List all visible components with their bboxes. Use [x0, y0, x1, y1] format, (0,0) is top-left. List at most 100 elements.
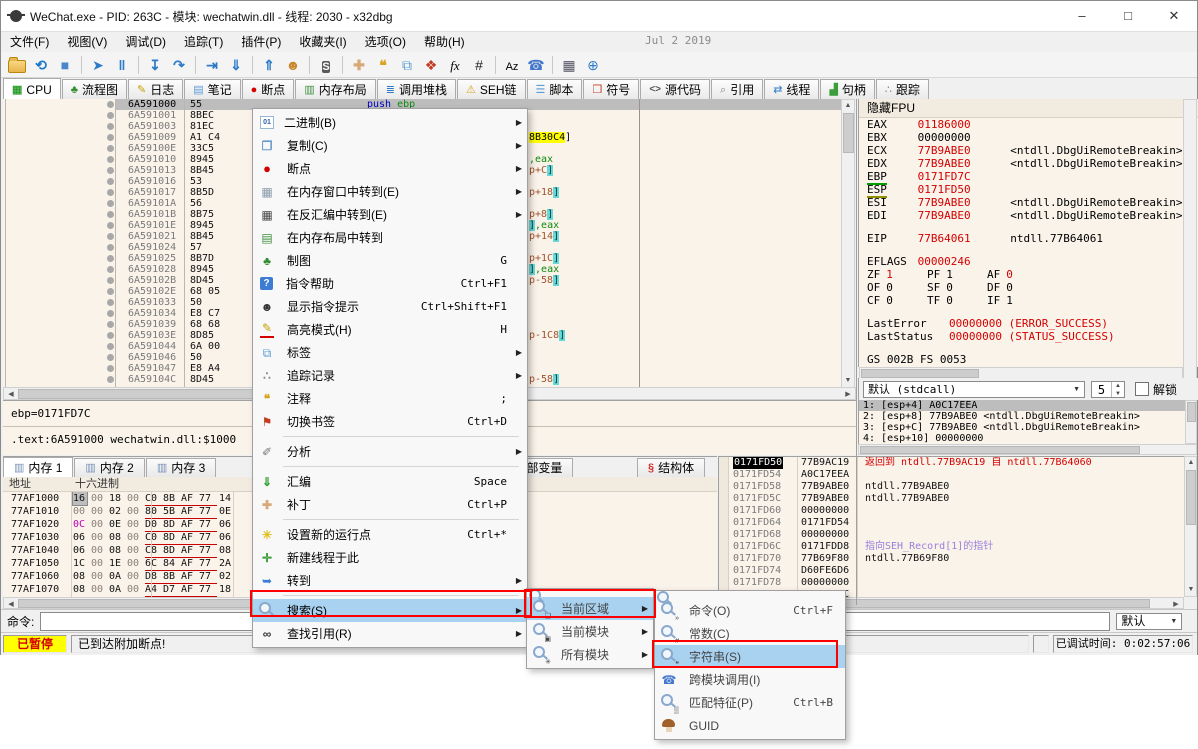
context-menu-item[interactable]: ● 断点 ▶ — [253, 157, 527, 180]
cpu-flag[interactable]: PF1 — [927, 268, 987, 281]
stepper-arrows[interactable]: ▲▼ — [1111, 382, 1124, 397]
stack-row[interactable]: 0171FD64 0171FD54 — [719, 517, 1185, 529]
breakpoint-dot-icon[interactable] — [107, 299, 114, 306]
stack-row[interactable]: 0171FD68 00000000 — [719, 529, 1185, 541]
context-menu-item[interactable]: ⧉ 标签 ▶ — [253, 341, 527, 364]
breakpoint-dot-icon[interactable] — [107, 134, 114, 141]
submenu-item[interactable]: # 常数(C) — [655, 622, 845, 645]
context-menu-item[interactable]: ❝ 注释 ; — [253, 387, 527, 410]
toolbar-button[interactable] — [342, 56, 343, 74]
argument-row[interactable]: 2: [esp+8] 77B9ABE0 <ntdll.DbgUiRemoteBr… — [859, 411, 1186, 422]
cpu-flag[interactable]: TF0 — [927, 294, 987, 307]
toolbar-button[interactable] — [195, 56, 196, 74]
context-menu-item[interactable]: ▤ 在内存布局中转到 — [253, 226, 527, 249]
scroll-thumb[interactable] — [860, 446, 1140, 454]
context-menu-item[interactable]: ? 指令帮助 Ctrl+F1 — [253, 272, 527, 295]
context-menu-item[interactable]: ☻ 显示指令提示 Ctrl+Shift+F1 — [253, 295, 527, 318]
view-tab[interactable]: ∴ 跟踪 — [876, 79, 929, 100]
breakpoint-dot-icon[interactable] — [107, 200, 114, 207]
argument-count-stepper[interactable]: 5 ▲▼ — [1091, 381, 1125, 398]
scroll-right-icon[interactable]: ▶ — [842, 390, 854, 400]
view-tab[interactable]: <> 源代码 — [640, 79, 710, 100]
toolbar-button[interactable]: ⇑ — [257, 55, 281, 75]
toolbar-button[interactable] — [252, 56, 253, 74]
cpu-flag[interactable]: AF0 — [987, 268, 1057, 281]
view-tab[interactable]: ♣ 流程图 — [62, 79, 127, 100]
scroll-thumb[interactable] — [18, 389, 288, 399]
context-menu-item[interactable]: ⇓ 汇编 Space — [253, 470, 527, 493]
stack-row[interactable]: 0171FD6C 0171FDD8 指向SEH_Record[1]的指针 — [719, 541, 1185, 553]
view-tab[interactable]: ⌕ 引用 — [711, 79, 763, 100]
submenu-item[interactable]: ✳ 所有模块 ▶ — [527, 643, 653, 666]
breakpoint-dot-icon[interactable] — [107, 189, 114, 196]
toolbar-button[interactable]: ⇥ — [200, 55, 224, 75]
context-menu-item[interactable]: ✚ 补丁 Ctrl+P — [253, 493, 527, 516]
scroll-up-icon[interactable]: ▲ — [842, 101, 854, 111]
stack-row[interactable]: 0171FD54 A0C17EEA — [719, 469, 1185, 481]
stack-pane[interactable]: 0171FD50 77B9AC19 返回到 ntdll.77B9AC19 自 n… — [718, 456, 1185, 598]
context-menu-item[interactable]: ➥ 转到 ▶ — [253, 569, 527, 592]
dump-tab[interactable]: ▥ 内存 2 — [74, 458, 144, 477]
breakpoint-dot-icon[interactable] — [107, 211, 114, 218]
view-tab[interactable]: ▟ 句柄 — [820, 79, 874, 100]
register-row[interactable]: EIP 77B64061 ntdll.77B64061 — [859, 232, 1198, 245]
register-row[interactable]: EBP 0171FD7C — [859, 170, 1198, 183]
toolbar-button[interactable]: ☻ — [281, 55, 305, 75]
toolbar-button[interactable]: ⇓ — [224, 55, 248, 75]
context-menu-item[interactable]: ✳ 设置新的运行点 Ctrl+* — [253, 523, 527, 546]
view-tab[interactable]: ▤ 笔记 — [184, 79, 240, 100]
view-tab[interactable]: ⚠ SEH链 — [457, 79, 526, 100]
breakpoint-dot-icon[interactable] — [107, 167, 114, 174]
argument-row[interactable]: 1: [esp+4] A0C17EEA — [859, 400, 1186, 411]
context-menu-item[interactable] — [253, 433, 527, 440]
register-row[interactable]: EBX 00000000 — [859, 131, 1198, 144]
breakpoint-dot-icon[interactable] — [107, 101, 114, 108]
context-menu-item[interactable]: ∴ 追踪记录 ▶ — [253, 364, 527, 387]
cpu-flag[interactable]: CF0 — [867, 294, 927, 307]
register-row[interactable]: ESI 77B9ABE0 <ntdll.DbgUiRemoteBreakin> — [859, 196, 1198, 209]
breakpoint-dot-icon[interactable] — [107, 112, 114, 119]
context-menu-item[interactable] — [253, 592, 527, 599]
toolbar-button[interactable] — [495, 56, 496, 74]
context-menu-item[interactable]: 01 二进制(B) ▶ — [253, 111, 527, 134]
breakpoint-dot-icon[interactable] — [107, 233, 114, 240]
toolbar-button[interactable]: Az — [500, 55, 524, 75]
toolbar-button[interactable] — [5, 55, 29, 75]
dump-tab[interactable]: ▥ 内存 1 — [3, 457, 73, 477]
toolbar-button[interactable]: ✚ — [347, 55, 371, 75]
view-tab[interactable]: ▥ 内存布局 — [295, 79, 375, 100]
breakpoint-dot-icon[interactable] — [107, 178, 114, 185]
context-menu-item[interactable]: ▦ 在内存窗口中转到(E) ▶ — [253, 180, 527, 203]
minimize-button[interactable]: – — [1059, 1, 1105, 31]
breakpoint-dot-icon[interactable] — [107, 365, 114, 372]
cpu-flag[interactable]: DF0 — [987, 281, 1057, 294]
menu-bar-item[interactable]: 视图(V) — [58, 32, 116, 52]
arguments-hscrollbar[interactable] — [858, 444, 1197, 455]
submenu-item[interactable]: ▣ 当前模块 ▶ — [527, 620, 653, 643]
breakpoint-dot-icon[interactable] — [107, 376, 114, 383]
scroll-down-icon[interactable]: ▼ — [1185, 585, 1197, 595]
toolbar-button[interactable]: ❖ — [419, 55, 443, 75]
menu-bar-item[interactable]: 帮助(H) — [415, 32, 474, 52]
arguments-vscrollbar[interactable] — [1185, 400, 1197, 444]
breakpoint-dot-icon[interactable] — [107, 288, 114, 295]
breakpoint-dot-icon[interactable] — [107, 354, 114, 361]
toolbar-button[interactable]: ➤ — [86, 55, 110, 75]
register-row[interactable] — [859, 245, 1198, 255]
context-menu-item[interactable]: ❐ 复制(C) ▶ — [253, 134, 527, 157]
breakpoint-dot-icon[interactable] — [107, 332, 114, 339]
context-menu-item[interactable] — [253, 463, 527, 470]
submenu-item[interactable]: GUID — [655, 714, 845, 737]
stack-row[interactable]: 0171FD5C 77B9ABE0 ntdll.77B9ABE0 — [719, 493, 1185, 505]
toolbar-button[interactable]: S — [314, 55, 338, 75]
toolbar-button[interactable]: ■ — [53, 55, 77, 75]
toolbar-button[interactable]: ‖ — [110, 55, 134, 75]
dump-tab[interactable]: ▥ 内存 3 — [146, 458, 216, 477]
scroll-left-icon[interactable]: ◀ — [5, 390, 17, 400]
cpu-flag[interactable]: SF0 — [927, 281, 987, 294]
stack-row[interactable]: 0171FD78 00000000 — [719, 577, 1185, 589]
dump-tab[interactable]: § 结构体 — [637, 458, 705, 477]
context-menu-item[interactable]: ✐ 分析 ▶ — [253, 440, 527, 463]
toolbar-button[interactable]: ☎ — [524, 55, 548, 75]
scroll-thumb[interactable] — [1187, 402, 1196, 422]
